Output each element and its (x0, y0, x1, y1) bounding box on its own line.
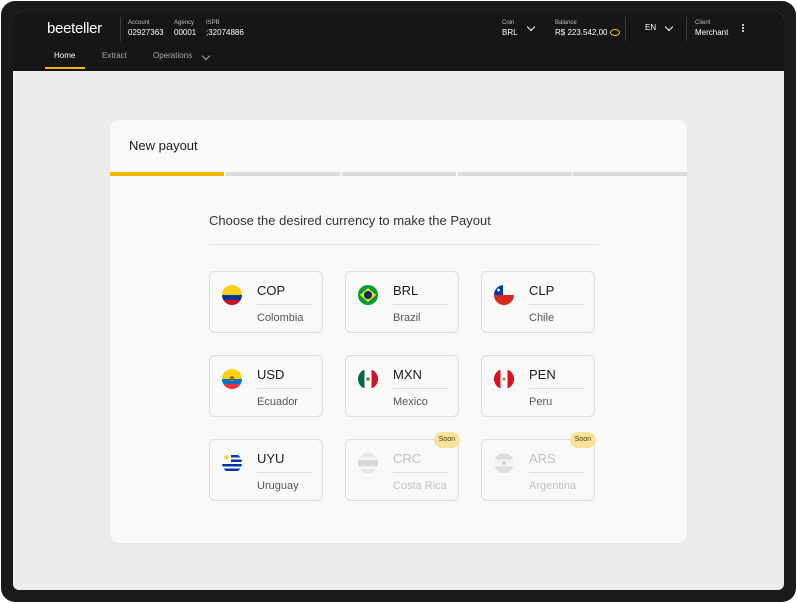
currency-code: MXN (393, 367, 422, 382)
balance-value: R$ 223.542,00 (555, 28, 608, 37)
account-info: Account 02927363 (128, 19, 164, 38)
soon-badge: Soon (569, 432, 596, 448)
currency-option-cop[interactable]: COP Colombia (209, 271, 323, 333)
step-5 (573, 172, 687, 176)
account-label: Account (128, 20, 150, 26)
currency-country: Mexico (393, 396, 428, 408)
page-title: New payout (129, 138, 198, 153)
ecuador-flag-icon (222, 369, 242, 389)
header-separator (686, 17, 687, 41)
costa-rica-flag-icon (358, 453, 378, 473)
progress-steps (110, 172, 687, 176)
uruguay-flag-icon (222, 453, 242, 473)
currency-code: COP (257, 283, 286, 298)
currency-country: Ecuador (257, 396, 298, 408)
currency-code: CRC (393, 451, 422, 466)
client-info[interactable]: Client Merchant (695, 19, 728, 38)
colombia-flag-icon (222, 285, 242, 305)
chile-flag-icon (494, 285, 514, 305)
agency-value: 00001 (174, 28, 197, 37)
app-screen: beeteller Account 02927363 Agency 00001 … (13, 13, 784, 590)
currency-country: Chile (529, 312, 555, 324)
argentina-flag-icon (494, 453, 514, 473)
currency-option-mxn[interactable]: MXN Mexico (345, 355, 459, 417)
currency-country: Argentina (529, 480, 577, 492)
account-value: 02927363 (128, 28, 164, 37)
device-frame: beeteller Account 02927363 Agency 00001 … (1, 1, 796, 602)
peru-flag-icon (494, 369, 514, 389)
agency-info: Agency 00001 (174, 19, 196, 38)
currency-code: CLP (529, 283, 555, 298)
nav-operations[interactable]: Operations (153, 51, 192, 60)
step-4 (458, 172, 572, 176)
language-value: EN (645, 23, 657, 32)
currency-option-uyu[interactable]: UYU Uruguay (209, 439, 323, 501)
coin-label: Coin (502, 20, 515, 26)
currency-option-brl[interactable]: BRL Brazil (345, 271, 459, 333)
divider (209, 244, 599, 245)
step-2 (226, 172, 340, 176)
coin-selector[interactable]: Coin BRL (502, 19, 518, 38)
instruction-text: Choose the desired currency to make the … (209, 213, 491, 228)
currency-option-ars: ARS Argentina Soon (481, 432, 596, 501)
header-separator (625, 17, 626, 41)
step-1 (110, 172, 224, 176)
language-selector[interactable]: EN (645, 22, 656, 33)
currency-option-usd[interactable]: USD Ecuador (209, 355, 323, 417)
eye-icon[interactable] (609, 29, 620, 36)
currency-option-pen[interactable]: PEN Peru (481, 355, 595, 417)
brazil-flag-icon (358, 285, 378, 305)
header-separator (120, 17, 121, 41)
active-tab-indicator (45, 67, 85, 69)
currency-country: Costa Rica (393, 480, 447, 492)
ispb-value: ;32074886 (206, 28, 244, 37)
client-label: Client (695, 20, 711, 26)
nav-home[interactable]: Home (54, 51, 75, 60)
payout-card: New payout Choose the desired currency t… (110, 120, 687, 543)
chevron-down-icon[interactable] (664, 22, 674, 32)
currency-country: Uruguay (257, 480, 299, 492)
step-3 (342, 172, 456, 176)
top-bar: beeteller Account 02927363 Agency 00001 … (13, 13, 784, 71)
balance-label: Balance (555, 20, 577, 26)
currency-country: Colombia (257, 312, 304, 324)
currency-code: UYU (257, 451, 285, 466)
chevron-down-icon[interactable] (526, 22, 536, 32)
currency-option-clp[interactable]: CLP Chile (481, 271, 595, 333)
mexico-flag-icon (358, 369, 378, 389)
client-value: Merchant (695, 28, 729, 37)
coin-value: BRL (502, 28, 518, 37)
soon-badge: Soon (433, 432, 460, 448)
currency-code: USD (257, 367, 285, 382)
currency-code: BRL (393, 283, 419, 298)
currency-code: PEN (529, 367, 556, 382)
currency-option-crc: CRC Costa Rica Soon (345, 432, 460, 501)
chevron-down-icon[interactable] (201, 51, 211, 61)
currency-country: Peru (529, 396, 553, 408)
ispb-label: ISPB (206, 20, 220, 26)
brand-logo[interactable]: beeteller (47, 20, 102, 37)
agency-label: Agency (174, 20, 195, 26)
currency-country: Brazil (393, 312, 421, 324)
ispb-info: ISPB ;32074886 (206, 19, 244, 38)
currency-code: ARS (529, 451, 556, 466)
nav-extract[interactable]: Extract (102, 51, 127, 60)
more-options-icon[interactable] (742, 24, 744, 33)
balance-info: Balance R$ 223.542,00 (555, 19, 620, 38)
